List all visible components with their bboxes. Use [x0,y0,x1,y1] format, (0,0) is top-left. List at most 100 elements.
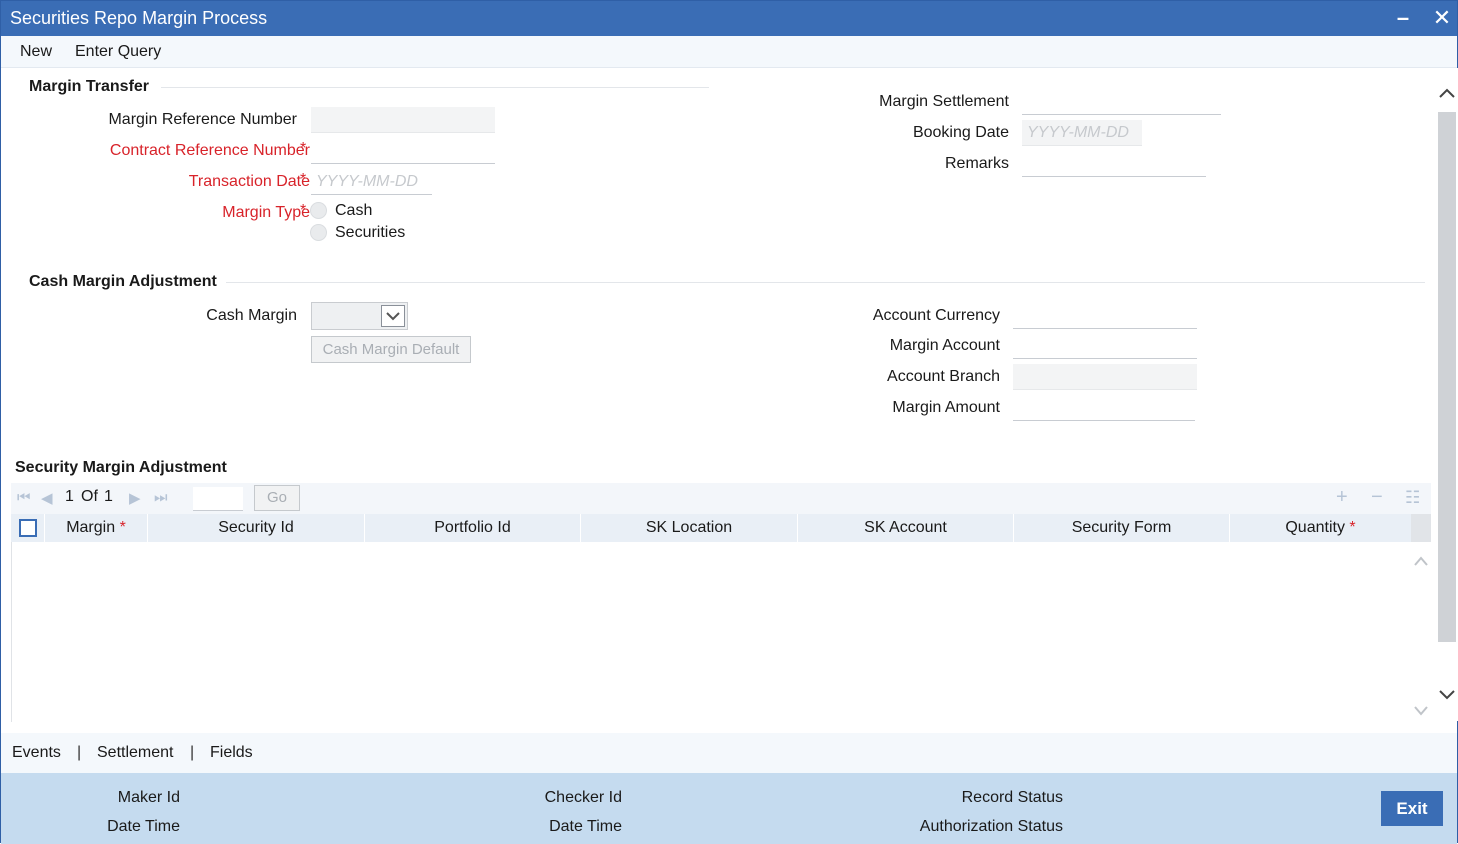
account-branch-field[interactable] [1013,364,1197,390]
booking-date-placeholder: YYYY-MM-DD [1027,124,1129,141]
maker-id-label: Maker Id [117,789,180,806]
column-header-sk-account[interactable]: SK Account [798,514,1014,542]
column-header-sk-location[interactable]: SK Location [581,514,798,542]
required-marker: * [300,171,307,188]
exit-button[interactable]: Exit [1381,791,1443,826]
required-marker: * [119,519,126,536]
chevron-down-icon[interactable] [381,305,405,327]
margin-type-cash-radio[interactable] [310,202,327,219]
authorization-status-label: Authorization Status [919,818,1063,835]
checker-date-time-label: Date Time [549,818,622,835]
cash-margin-select[interactable] [311,302,408,330]
cash-margin-label: Cash Margin [206,307,297,324]
column-header-label: Portfolio Id [434,519,511,536]
column-header-security-id[interactable]: Security Id [148,514,365,542]
required-marker: * [1349,519,1356,536]
required-marker: * [300,140,307,157]
margin-settlement-label: Margin Settlement [879,93,1009,110]
scroll-down-icon[interactable] [1413,704,1429,722]
menu-bar: New Enter Query [1,36,1457,68]
transaction-date-label: Transaction Date [188,173,310,190]
audit-footer: Maker Id Date Time Checker Id Date Time … [1,773,1457,844]
section-title-cash-margin-adjustment: Cash Margin Adjustment [29,273,217,290]
column-header-security-form[interactable]: Security Form [1014,514,1230,542]
tab-separator: | [77,744,82,761]
margin-reference-number-field[interactable] [311,107,495,133]
close-icon[interactable]: ✕ [1429,5,1455,31]
cash-margin-default-button[interactable]: Cash Margin Default [311,336,471,363]
tab-separator: | [190,744,195,761]
grid-scrollbar[interactable] [1411,514,1431,722]
pager-current: 1 [65,488,74,505]
column-header-label: Security Id [218,519,294,536]
margin-reference-number-label: Margin Reference Number [108,111,297,128]
checker-id-label: Checker Id [544,789,622,806]
scroll-up-icon[interactable] [1413,554,1429,572]
scroll-down-icon[interactable] [1438,688,1456,706]
account-currency-field[interactable] [1013,303,1197,329]
menu-enter-query[interactable]: Enter Query [75,43,161,61]
maker-date-time-label: Date Time [107,818,180,835]
tab-settlement[interactable]: Settlement [97,744,173,762]
margin-account-field[interactable] [1013,333,1197,359]
previous-page-icon[interactable]: ◀ [41,489,53,507]
tab-fields[interactable]: Fields [210,744,253,762]
tab-events[interactable]: Events [12,744,61,762]
first-page-icon[interactable]: ⏮ [17,489,31,506]
column-header-quantity[interactable]: Quantity * [1230,514,1411,542]
section-title-margin-transfer: Margin Transfer [29,78,150,95]
list-view-icon[interactable]: ☷ [1405,488,1420,508]
menu-new[interactable]: New [20,43,52,61]
margin-type-securities-radio[interactable] [310,224,327,241]
column-header-label: Quantity [1285,519,1345,536]
main-content: Margin Transfer Margin Reference Number … [3,68,1435,733]
scroll-up-icon[interactable] [1438,86,1456,104]
footer-tabs: Events | Settlement | Fields [1,733,1457,773]
contract-reference-number-label: Contract Reference Number [109,142,310,159]
grid-toolbar: ⏮ ◀ 1 Of 1 ▶ ⏭ Go + − ☷ [11,483,1431,514]
go-button[interactable]: Go [254,485,300,511]
remarks-field[interactable] [1022,151,1206,177]
remarks-label: Remarks [944,155,1009,172]
app-window: Securities Repo Margin Process – ✕ New E… [0,0,1458,844]
margin-type-securities-label: Securities [335,224,406,241]
main-scrollbar[interactable] [1436,68,1458,721]
column-header-margin[interactable]: Margin * [45,514,148,542]
margin-amount-label: Margin Amount [892,399,1000,416]
column-header-label: SK Location [645,519,733,536]
margin-type-cash-label: Cash [335,202,373,219]
grid-scrollbar-header [1411,514,1431,542]
add-row-icon[interactable]: + [1336,486,1348,509]
column-header-label: SK Account [864,519,947,536]
margin-amount-field[interactable] [1013,395,1195,421]
grid-header: Margin * Security Id Portfolio Id SK Loc… [11,514,1411,542]
pager-of: Of [81,488,98,505]
column-header-portfolio-id[interactable]: Portfolio Id [365,514,581,542]
booking-date-label: Booking Date [912,124,1009,141]
pager-total: 1 [104,488,113,505]
select-all-cell [11,514,45,542]
title-bar: Securities Repo Margin Process – ✕ [1,1,1457,36]
window-title: Securities Repo Margin Process [10,8,268,28]
transaction-date-field[interactable]: YYYY-MM-DD [311,169,432,195]
account-currency-label: Account Currency [872,307,1000,324]
page-number-input[interactable] [193,487,243,511]
select-all-checkbox[interactable] [19,519,37,537]
required-marker: * [300,202,307,219]
contract-reference-number-field[interactable] [311,138,495,164]
record-status-label: Record Status [961,789,1063,806]
margin-settlement-field[interactable] [1022,89,1221,115]
margin-account-label: Margin Account [889,337,1000,354]
column-header-label: Margin [66,519,116,536]
column-header-label: Security Form [1071,519,1172,536]
minimize-icon[interactable]: – [1390,5,1416,31]
transaction-date-placeholder: YYYY-MM-DD [316,173,418,190]
last-page-icon[interactable]: ⏭ [154,489,168,506]
section-title-security-margin-adjustment: Security Margin Adjustment [15,459,227,476]
scrollbar-thumb[interactable] [1438,112,1456,642]
next-page-icon[interactable]: ▶ [129,489,141,507]
delete-row-icon[interactable]: − [1371,486,1383,509]
account-branch-label: Account Branch [887,368,1000,385]
margin-type-label: Margin Type [222,204,310,221]
booking-date-field[interactable]: YYYY-MM-DD [1022,120,1142,146]
